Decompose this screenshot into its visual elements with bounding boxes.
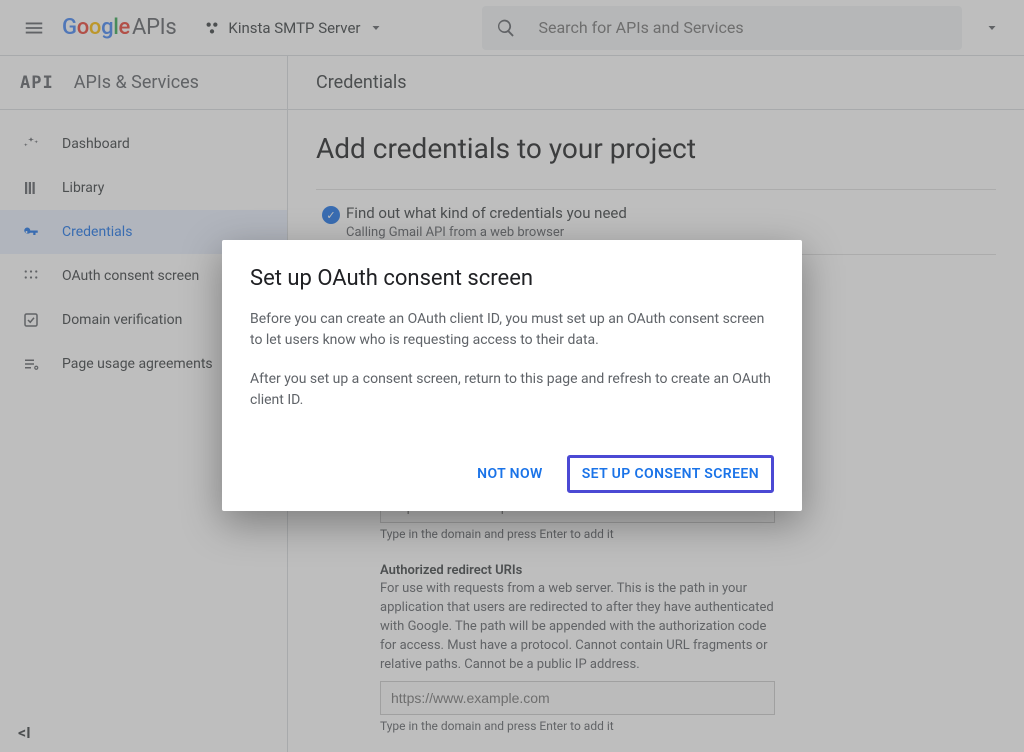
oauth-consent-dialog: Set up OAuth consent screen Before you c… [222,240,802,511]
dialog-actions: NOT NOW SET UP CONSENT SCREEN [250,455,774,493]
modal-overlay[interactable]: Set up OAuth consent screen Before you c… [0,0,1024,752]
dialog-paragraph-2: After you set up a consent screen, retur… [250,369,774,411]
dialog-paragraph-1: Before you can create an OAuth client ID… [250,309,774,351]
not-now-button[interactable]: NOT NOW [463,455,557,493]
dialog-body: Before you can create an OAuth client ID… [250,309,774,411]
dialog-title: Set up OAuth consent screen [250,266,774,291]
setup-consent-screen-button[interactable]: SET UP CONSENT SCREEN [567,455,774,493]
